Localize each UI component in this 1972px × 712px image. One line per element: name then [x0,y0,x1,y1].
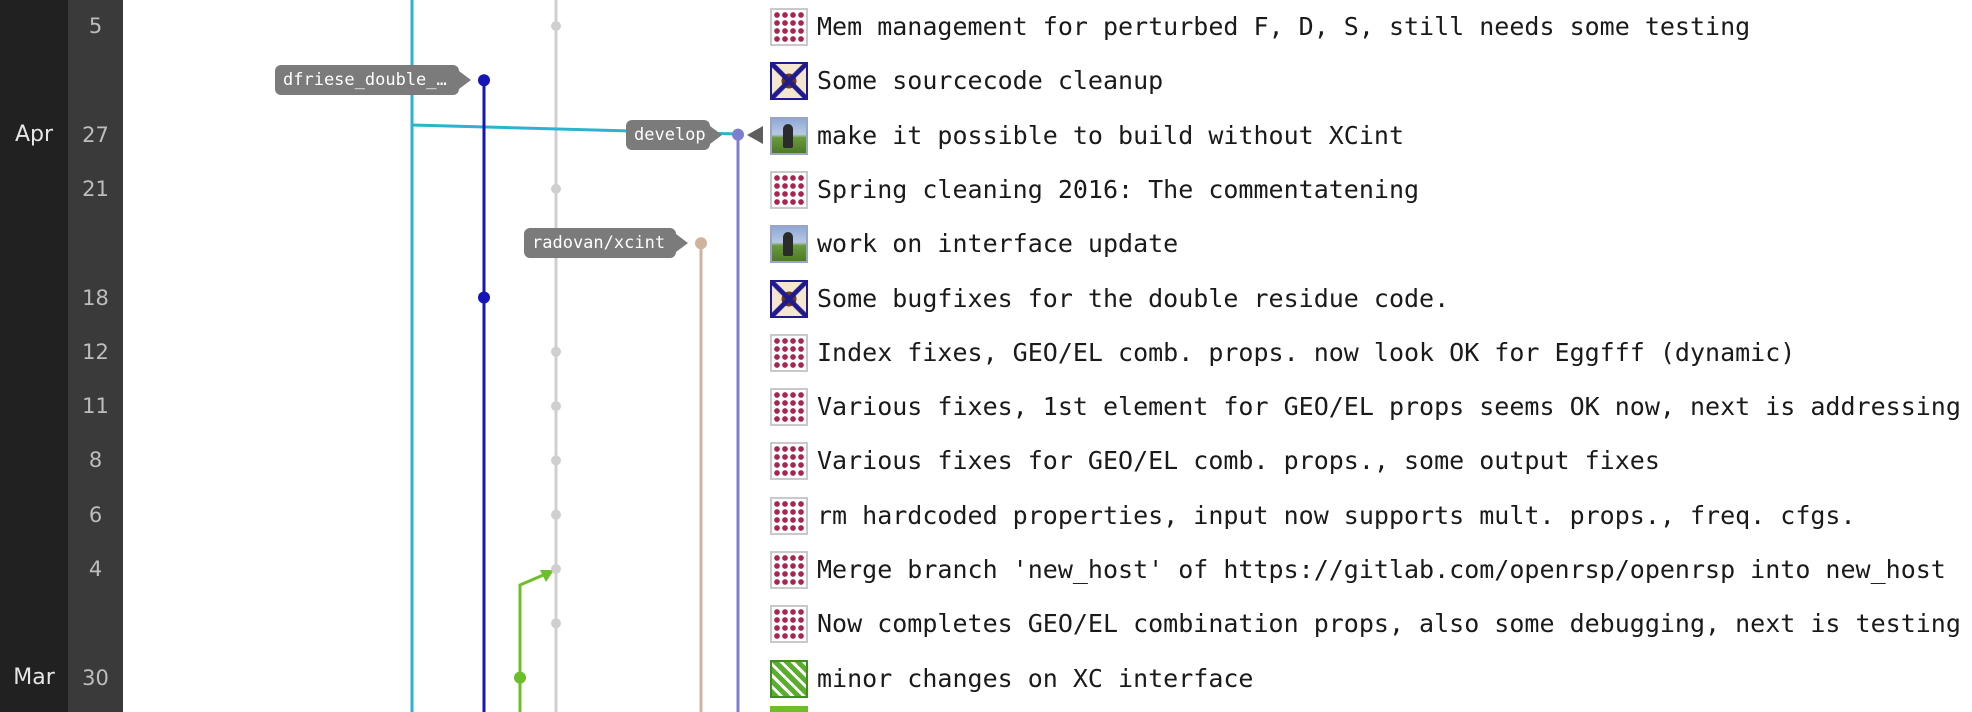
commit-row[interactable]: Spring cleaning 2016: The commentatening [770,162,1972,216]
dots-avatar [770,333,808,372]
photo-avatar [770,116,808,155]
commit-message: minor changes on XC interface [817,663,1254,693]
commit-row[interactable]: rm hardcoded properties, input now suppo… [770,488,1972,542]
commit-row[interactable]: Some bugfixes for the double residue cod… [770,271,1972,325]
commit-message: rm hardcoded properties, input now suppo… [817,500,1856,530]
commit-dot[interactable] [551,455,561,466]
commit-dot[interactable] [551,21,561,31]
ref-pointer-icon [459,71,471,90]
dots-avatar [770,8,808,46]
commit-dot[interactable] [551,564,561,574]
commit-dot[interactable] [551,183,561,194]
commit-dot[interactable] [551,618,561,629]
commit-row[interactable]: Now completes GEO/EL combination props, … [770,596,1972,650]
photo-avatar [770,225,808,264]
ref-label-develop[interactable]: develop [626,119,710,150]
commit-dot[interactable] [514,671,526,684]
commit-row[interactable]: Various fixes, 1st element for GEO/EL pr… [770,379,1972,433]
commit-message: Spring cleaning 2016: The commentatening [817,174,1420,204]
commit-row[interactable]: make it possible to build without XCint [770,108,1972,162]
commit-dot[interactable] [551,346,561,357]
commit-dot[interactable] [551,509,561,520]
commit-row[interactable]: Mem management for perturbed F, D, S, st… [770,0,1972,53]
commit-row[interactable]: Index fixes, GEO/EL comb. props. now loo… [770,325,1972,379]
commit-dot[interactable] [695,237,707,250]
head-pointer-icon [747,125,763,144]
dots-avatar [770,551,808,589]
branch-merge-green [518,571,549,678]
commit-row[interactable]: minor changes on XC interface [770,651,1972,705]
commit-message: Some sourcecode cleanup [817,66,1164,96]
commit-message: Merge branch 'new_host' of https://gitla… [817,555,1946,584]
commit-message: Now completes GEO/EL combination props, … [817,609,1961,639]
commit-message: Mem management for perturbed F, D, S, st… [817,12,1751,41]
dots-avatar [770,170,808,209]
ref-pointer-icon [676,234,688,253]
ref-label-dfriese[interactable]: dfriese_double_… [275,65,459,96]
green-avatar-edge [770,706,808,712]
commit-dot[interactable] [478,74,490,87]
commit-dot[interactable] [732,128,744,141]
commit-message: Various fixes, 1st element for GEO/EL pr… [817,392,1961,422]
commit-row[interactable]: Merge branch 'new_host' of https://gitla… [770,542,1972,596]
commit-row[interactable]: Some sourcecode cleanup [770,53,1972,107]
ref-label-radovan[interactable]: radovan/xcint [524,228,676,259]
commit-message: Various fixes for GEO/EL comb. props., s… [817,446,1660,476]
commit-dot[interactable] [478,291,490,304]
commit-message: Some bugfixes for the double residue cod… [817,283,1450,313]
dots-avatar [770,442,808,481]
dots-avatar [770,388,808,427]
commit-message: make it possible to build without XCint [817,120,1404,150]
green-avatar [770,659,808,698]
commit-message: work on interface update [817,229,1179,259]
commit-row[interactable]: work on interface update [770,216,1972,270]
commit-message: Index fixes, GEO/EL comb. props. now loo… [817,337,1796,367]
dots-avatar [770,605,808,644]
quilt-avatar [770,62,808,101]
quilt-avatar [770,279,808,318]
ref-pointer-icon [710,125,722,144]
commit-row[interactable]: Various fixes for GEO/EL comb. props., s… [770,433,1972,487]
commit-dot[interactable] [551,401,561,412]
dots-avatar [770,496,808,535]
